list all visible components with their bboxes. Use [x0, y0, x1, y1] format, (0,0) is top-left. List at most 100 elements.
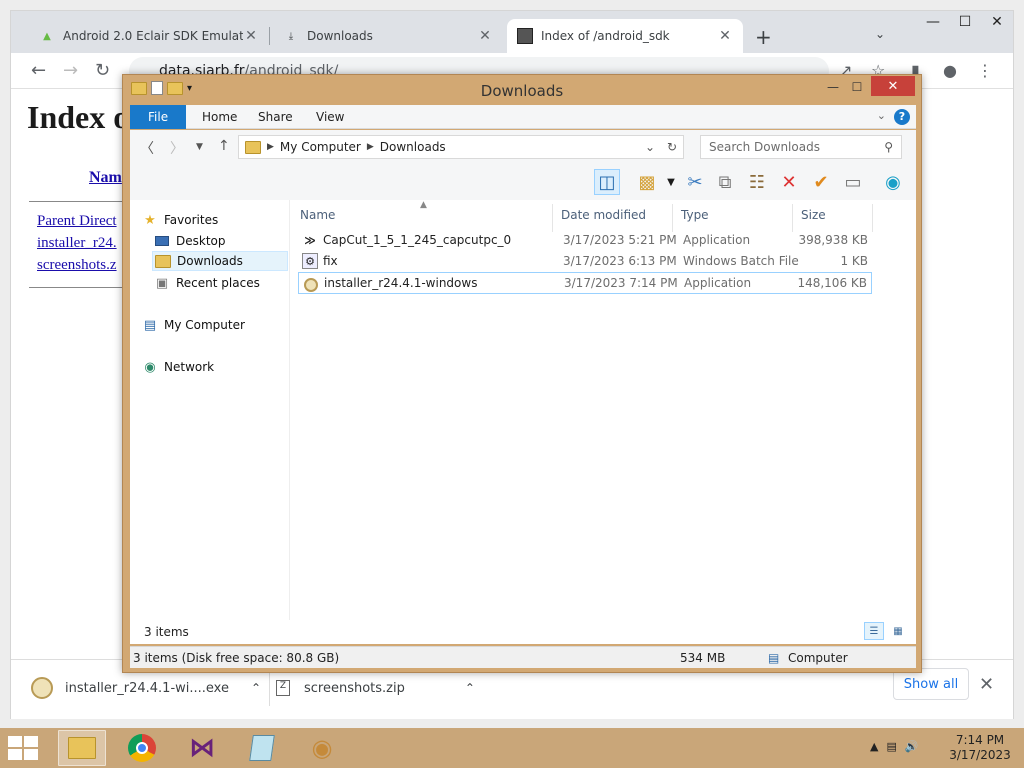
chevron-down-icon[interactable]: ⌄ — [645, 140, 655, 154]
breadcrumb-downloads[interactable]: Downloads — [380, 140, 446, 154]
large-icons-view-icon[interactable]: ▦ — [888, 622, 908, 640]
column-header-date[interactable]: Date modified — [561, 208, 646, 222]
chevron-right-icon[interactable]: ▶ — [367, 142, 374, 152]
delete-icon[interactable]: ✕ — [776, 169, 802, 195]
close-tab-icon[interactable]: ✕ — [243, 28, 259, 44]
item-count: 3 items — [144, 625, 189, 639]
nav-downloads[interactable]: Downloads — [152, 251, 288, 271]
notepad-taskbar-icon[interactable] — [238, 730, 286, 766]
file-row[interactable]: installer_r24.4.1-windows 3/17/2023 7:14… — [298, 272, 872, 294]
status-size: 534 MB — [680, 651, 726, 665]
tab-file[interactable]: File — [130, 105, 187, 129]
status-location: Computer — [788, 651, 848, 665]
download-filename: screenshots.zip — [304, 680, 405, 696]
menu-icon[interactable]: ⋮ — [977, 61, 993, 80]
minimize-button[interactable]: — — [917, 11, 949, 33]
chevron-down-icon[interactable]: ▼ — [658, 169, 684, 195]
nav-favorites[interactable]: ★ Favorites — [142, 210, 218, 230]
back-icon[interactable]: 〈 — [140, 138, 154, 158]
column-separator[interactable] — [672, 204, 673, 232]
forward-icon[interactable]: → — [63, 60, 78, 81]
tab-home[interactable]: Home — [188, 105, 251, 129]
reload-icon[interactable]: ↻ — [95, 60, 110, 81]
recent-locations-icon[interactable]: ▼ — [196, 142, 203, 152]
nav-network[interactable]: ◉ Network — [142, 357, 214, 377]
address-box[interactable]: ▶ My Computer ▶ Downloads ⌄ ↻ — [238, 135, 684, 159]
chevron-right-icon[interactable]: ▶ — [267, 142, 274, 152]
sort-ascending-icon: ▲ — [420, 200, 427, 210]
preview-pane-icon[interactable]: ◫ — [594, 169, 620, 195]
globe-icon[interactable]: ◉ — [880, 169, 906, 195]
tab-view[interactable]: View — [302, 105, 358, 129]
cut-icon[interactable]: ✂ — [682, 169, 708, 195]
column-header-size[interactable]: Size — [801, 208, 826, 222]
close-button[interactable]: ✕ — [871, 76, 915, 96]
maximize-button[interactable]: ☐ — [847, 77, 867, 97]
tab-emulator[interactable]: ▲ Android 2.0 Eclair SDK Emulator ✕ — [29, 19, 269, 53]
column-header-type[interactable]: Type — [681, 208, 709, 222]
file-row[interactable]: ⚙ fix 3/17/2023 6:13 PM Windows Batch Fi… — [298, 251, 872, 273]
chrome-taskbar-icon[interactable] — [118, 730, 166, 766]
file-type: Windows Batch File — [683, 254, 799, 268]
download-item-installer[interactable]: installer_r24.4.1-wi....exe ⌃ — [31, 670, 261, 706]
chevron-down-icon[interactable]: ⌄ — [877, 109, 886, 122]
file-date: 3/17/2023 6:13 PM — [563, 254, 677, 268]
name-column-link[interactable]: Nam — [89, 169, 122, 187]
paste-icon[interactable]: ☷ — [744, 169, 770, 195]
download-item-screenshots[interactable]: Z screenshots.zip ⌃ — [269, 670, 475, 706]
clock[interactable]: 7:14 PM 3/17/2023 — [940, 733, 1020, 763]
search-input[interactable]: Search Downloads ⚲ — [700, 135, 902, 159]
column-separator[interactable] — [552, 204, 553, 232]
check-icon[interactable]: ✔ — [808, 169, 834, 195]
profile-avatar-icon[interactable]: ● — [943, 61, 957, 80]
help-icon[interactable]: ? — [894, 109, 910, 125]
network-icon[interactable]: ▤ — [886, 740, 896, 753]
status-bar: 3 items (Disk free space: 80.8 GB) 534 M… — [130, 646, 916, 668]
chevron-up-icon[interactable]: ▲ — [870, 740, 878, 753]
forward-icon[interactable]: 〉 — [170, 138, 184, 158]
installer-link[interactable]: installer_r24. — [37, 235, 117, 252]
tab-search-button[interactable]: ⌄ — [875, 27, 885, 41]
page-title: Index o — [27, 99, 130, 135]
nav-recent[interactable]: ▣ Recent places — [154, 273, 260, 293]
file-list: ▲ Name Date modified Type Size ≫ CapCut_… — [290, 200, 916, 640]
start-button[interactable] — [8, 736, 38, 760]
refresh-icon[interactable]: ↻ — [667, 140, 677, 154]
status-disk-space: 3 items (Disk free space: 80.8 GB) — [133, 651, 340, 665]
visual-studio-taskbar-icon[interactable]: ⋈ — [178, 730, 226, 766]
column-header-name[interactable]: Name — [300, 208, 335, 222]
nav-my-computer[interactable]: ▤ My Computer — [142, 315, 245, 335]
address-row: 〈 〉 ▼ ↑ ▶ My Computer ▶ Downloads ⌄ ↻ Se… — [130, 130, 916, 164]
maximize-button[interactable]: ☐ — [949, 11, 981, 33]
divider — [29, 287, 129, 288]
chevron-up-icon[interactable]: ⌃ — [251, 681, 261, 695]
up-icon[interactable]: ↑ — [218, 138, 230, 154]
folder-options-icon[interactable]: ▩ — [634, 169, 660, 195]
close-button[interactable]: ✕ — [981, 11, 1013, 33]
nav-desktop[interactable]: Desktop — [154, 231, 226, 251]
tab-share[interactable]: Share — [244, 105, 307, 129]
rename-icon[interactable]: ▭ — [840, 169, 866, 195]
volume-icon[interactable]: 🔊 — [905, 740, 919, 753]
paint-taskbar-icon[interactable]: ◉ — [298, 730, 346, 766]
command-bar: ◫ ▩ ▼ ✂ ⧉ ☷ ✕ ✔ ▭ ◉ — [130, 164, 916, 200]
close-tab-icon[interactable]: ✕ — [717, 28, 733, 44]
new-tab-button[interactable]: + — [755, 25, 772, 49]
details-view-icon[interactable]: ☰ — [864, 622, 884, 640]
column-separator[interactable] — [872, 204, 873, 232]
explorer-titlebar[interactable]: ▾ Downloads — ☐ ✕ — [123, 75, 921, 105]
breadcrumb-computer[interactable]: My Computer — [280, 140, 361, 154]
chevron-up-icon[interactable]: ⌃ — [465, 681, 475, 695]
close-icon[interactable]: ✕ — [979, 674, 994, 695]
screenshots-link[interactable]: screenshots.z — [37, 257, 117, 274]
back-icon[interactable]: ← — [31, 60, 46, 81]
parent-directory-link[interactable]: Parent Direct — [37, 213, 117, 230]
tab-index[interactable]: Index of /android_sdk ✕ — [507, 19, 743, 53]
file-row[interactable]: ≫ CapCut_1_5_1_245_capcutpc_0 3/17/2023 … — [298, 230, 872, 252]
file-explorer-taskbar-icon[interactable] — [58, 730, 106, 766]
close-tab-icon[interactable]: ✕ — [477, 28, 493, 44]
tab-downloads[interactable]: ⤓ Downloads ✕ — [273, 19, 503, 53]
copy-icon[interactable]: ⧉ — [712, 169, 738, 195]
minimize-button[interactable]: — — [823, 77, 843, 97]
column-separator[interactable] — [792, 204, 793, 232]
